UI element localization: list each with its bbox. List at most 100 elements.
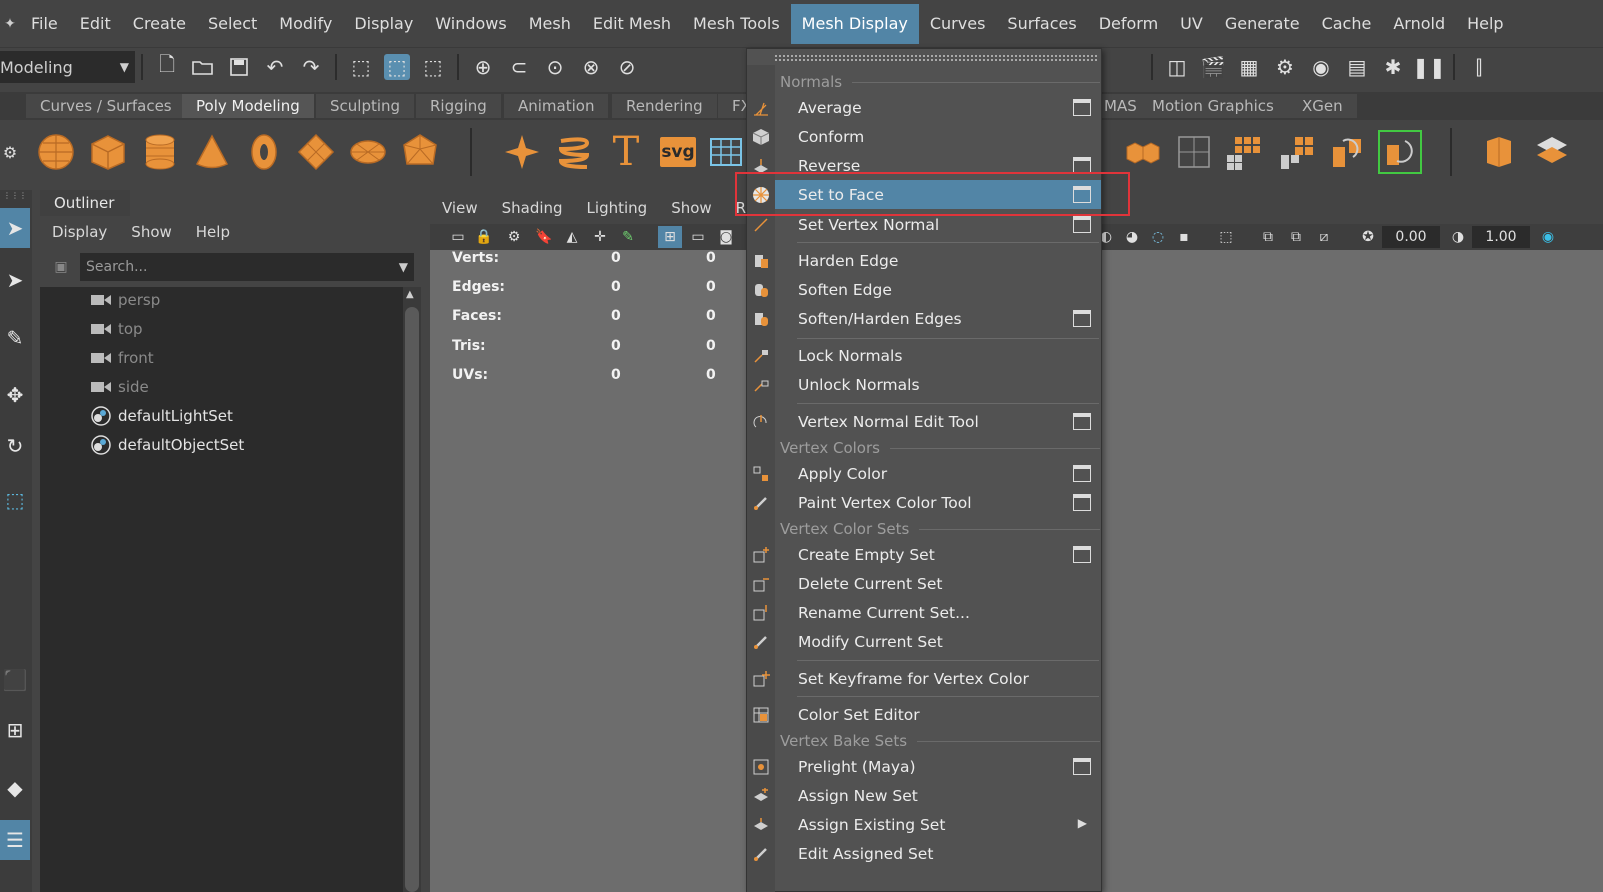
light-editor-icon[interactable]: ✱: [1380, 54, 1406, 80]
menu-deform[interactable]: Deform: [1088, 4, 1169, 44]
menu-item-assign-new-set[interactable]: Assign New Set: [754, 781, 1101, 810]
svg-tool-icon[interactable]: svg: [656, 130, 700, 174]
option-box-icon[interactable]: [1073, 413, 1091, 430]
menu-arnold[interactable]: Arnold: [1382, 4, 1456, 44]
option-box-icon[interactable]: [1073, 758, 1091, 775]
super-shape-icon[interactable]: [500, 130, 544, 174]
shelf-tab-rendering[interactable]: Rendering: [612, 94, 718, 118]
outliner-menu-display[interactable]: Display: [40, 218, 119, 246]
render-view-icon[interactable]: ⚙: [1272, 54, 1298, 80]
outliner-title-tab[interactable]: Outliner: [40, 190, 130, 216]
bevel-icon[interactable]: [1378, 130, 1422, 174]
outliner-search-input[interactable]: Search... ▼: [80, 253, 414, 281]
lasso-tool-icon[interactable]: ➤: [0, 260, 30, 300]
viewport-menu-view[interactable]: View: [430, 194, 490, 222]
resolution-gate-icon[interactable]: ◙: [714, 226, 738, 248]
menu-item-assign-existing-set[interactable]: Assign Existing Set ▶: [754, 810, 1101, 839]
2d-pan-zoom-icon[interactable]: ✛: [588, 226, 612, 248]
poly-cone-icon[interactable]: [190, 130, 234, 174]
open-scene-icon[interactable]: [190, 54, 216, 80]
shelf-settings-icon[interactable]: ⚙: [0, 130, 20, 174]
poly-cylinder-icon[interactable]: [138, 130, 182, 174]
combine-icon[interactable]: [1326, 130, 1370, 174]
menu-item-vertex-normal-edit-tool[interactable]: Vertex Normal Edit Tool: [753, 407, 1101, 436]
option-box-icon[interactable]: [1073, 465, 1091, 482]
gamma-field[interactable]: 1.00: [1472, 226, 1530, 248]
new-scene-icon[interactable]: 🗋: [154, 52, 180, 80]
save-scene-icon[interactable]: [226, 54, 252, 80]
snap-grid-icon[interactable]: ⊕: [470, 54, 496, 80]
menu-item-lock-normals[interactable]: Lock Normals: [754, 341, 1101, 370]
paint-select-icon[interactable]: ✎: [0, 318, 30, 358]
render-frame-icon[interactable]: 🎬: [1200, 54, 1226, 80]
menu-item-set-keyframe-vertex-color[interactable]: Set Keyframe for Vertex Color: [753, 664, 1101, 693]
menu-mesh-tools[interactable]: Mesh Tools: [682, 4, 791, 44]
bridge-icon[interactable]: [1530, 130, 1574, 174]
outliner-menu-help[interactable]: Help: [184, 218, 242, 246]
gamma-icon[interactable]: ◑: [1446, 226, 1470, 248]
rotate-tool-icon[interactable]: ↻: [0, 426, 30, 466]
option-box-icon[interactable]: [1073, 216, 1091, 233]
menu-cache[interactable]: Cache: [1311, 4, 1383, 44]
menu-item-prelight[interactable]: Prelight (Maya): [753, 752, 1101, 781]
menu-item-edit-assigned-set[interactable]: Edit Assigned Set: [754, 839, 1101, 868]
menu-item-color-set-editor[interactable]: Color Set Editor: [753, 700, 1101, 729]
shelf-tab-rigging[interactable]: Rigging: [416, 94, 502, 118]
make-live-icon[interactable]: ⊘: [614, 54, 640, 80]
option-box-icon[interactable]: [1073, 494, 1091, 511]
four-pane-layout-icon[interactable]: ⊞: [0, 710, 30, 750]
snap-view-plane-icon[interactable]: ⊗: [578, 54, 604, 80]
poly-torus-icon[interactable]: [242, 130, 286, 174]
anti-aliasing-icon[interactable]: ▪: [1172, 226, 1196, 248]
menu-tearoff-grip[interactable]: ✦: [0, 0, 20, 48]
ipr-render-icon[interactable]: ▦: [1236, 54, 1262, 80]
camera-attributes-icon[interactable]: ⚙: [502, 226, 526, 248]
select-tool-icon[interactable]: ➤: [0, 208, 30, 248]
option-box-icon[interactable]: [1073, 310, 1091, 327]
extract-icon[interactable]: [1172, 130, 1216, 174]
move-tool-icon[interactable]: ✥: [0, 375, 30, 415]
select-by-object-icon[interactable]: ⬚: [384, 54, 410, 80]
outliner-layout-icon[interactable]: ☰: [0, 820, 30, 860]
menu-item-soften-edge[interactable]: Soften Edge: [755, 275, 1101, 304]
smooth-icon[interactable]: [1222, 130, 1266, 174]
shelf-tab-sculpting[interactable]: Sculpting: [316, 94, 416, 118]
shelf-tab-curves-surfaces[interactable]: Curves / Surfaces: [26, 94, 187, 118]
poly-cube-icon[interactable]: [86, 130, 130, 174]
outliner-item-defaultlightset[interactable]: defaultLightSet: [90, 403, 233, 429]
menu-set-selector[interactable]: Modeling ▼: [0, 51, 135, 83]
outliner-item-defaultobjectset[interactable]: defaultObjectSet: [90, 432, 244, 458]
poly-disc-icon[interactable]: [346, 130, 390, 174]
select-by-hierarchy-icon[interactable]: ⬚: [348, 54, 374, 80]
menu-item-soften-harden-edges[interactable]: Soften/Harden Edges: [755, 304, 1101, 333]
menu-item-average[interactable]: Average: [754, 93, 1101, 122]
ssao-icon[interactable]: ◕: [1120, 226, 1144, 248]
menu-item-harden-edge[interactable]: Harden Edge: [755, 246, 1101, 275]
type-text-icon[interactable]: T: [604, 129, 648, 175]
xray-icon[interactable]: ⧉: [1256, 226, 1280, 248]
outliner-scrollbar[interactable]: ▲: [403, 287, 421, 892]
option-box-icon[interactable]: [1073, 99, 1091, 116]
menu-item-conform[interactable]: Conform: [752, 122, 1101, 151]
shelf-tab-poly-modeling[interactable]: Poly Modeling: [182, 94, 315, 118]
menu-tearoff-grip[interactable]: [775, 55, 1097, 61]
outliner-item-persp[interactable]: persp: [90, 287, 160, 313]
menu-item-delete-current-set[interactable]: Delete Current Set: [753, 569, 1101, 598]
menu-item-create-empty-set[interactable]: Create Empty Set: [753, 540, 1101, 569]
shelf-tab-motion-graphics[interactable]: Motion Graphics: [1138, 94, 1289, 118]
outliner-menu-show[interactable]: Show: [119, 218, 183, 246]
image-plane-icon[interactable]: ◭: [560, 226, 584, 248]
film-gate-icon[interactable]: ▭: [686, 226, 710, 248]
scale-tool-icon[interactable]: ⬚: [0, 480, 30, 520]
menu-surfaces[interactable]: Surfaces: [996, 4, 1087, 44]
motion-blur-icon[interactable]: ◌: [1146, 226, 1170, 248]
menu-select[interactable]: Select: [197, 4, 268, 44]
scroll-up-icon[interactable]: ▲: [406, 289, 414, 300]
poly-sphere-icon[interactable]: [34, 130, 78, 174]
menu-help[interactable]: Help: [1456, 4, 1514, 44]
menu-item-apply-color[interactable]: Apply Color: [753, 459, 1101, 488]
color-management-icon[interactable]: ◉: [1536, 226, 1560, 248]
sweep-mesh-icon[interactable]: [708, 130, 744, 174]
extrude-icon[interactable]: [1478, 130, 1522, 174]
isolate-select-icon[interactable]: ⬚: [1214, 226, 1238, 248]
